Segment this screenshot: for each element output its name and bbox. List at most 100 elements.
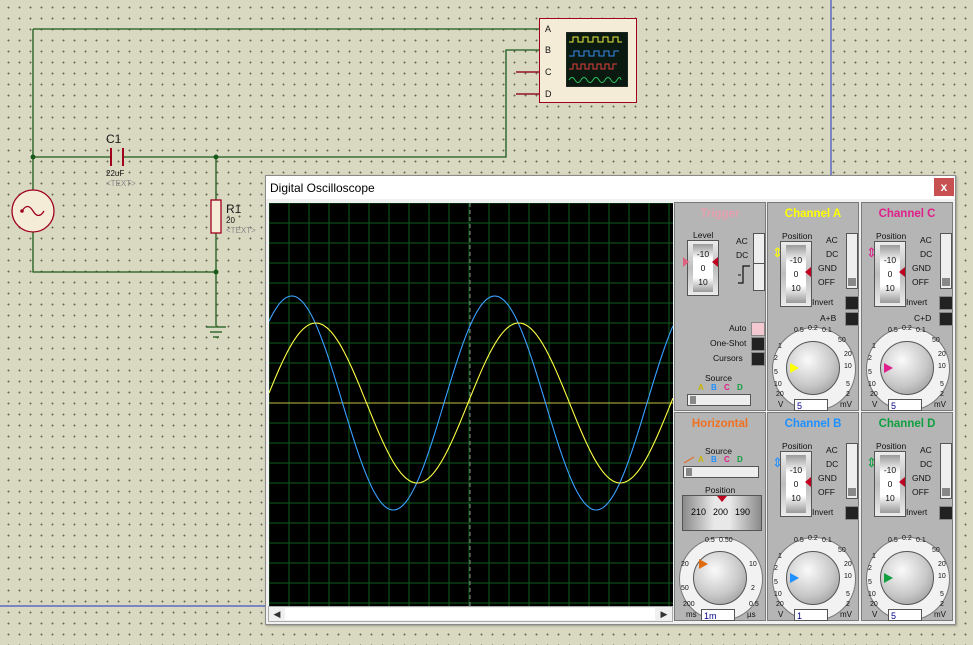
channel-a-dial-label: 20 (776, 391, 784, 398)
trigger-auto-button[interactable] (751, 322, 765, 336)
channel-d-dial-label: 20 (870, 601, 878, 608)
channel-a-coupling-off: OFF (818, 277, 835, 287)
trigger-source-label: Source (705, 373, 732, 383)
trigger-source-slider[interactable] (687, 394, 751, 406)
scope-display[interactable] (269, 203, 673, 606)
channel-c-dial-label: 5 (940, 381, 944, 388)
channel-a-unit-mv: mV (840, 400, 852, 409)
window-titlebar[interactable]: Digital Oscilloscope x (266, 176, 955, 199)
ramp-icon (683, 456, 695, 464)
channel-b-invert-button[interactable] (845, 506, 859, 520)
resistor-text: <TEXT> (226, 226, 256, 235)
trigger-auto-label: Auto (729, 323, 747, 333)
horizontal-unit-us: µs (747, 610, 756, 619)
channel-b-coupling-gnd: GND (818, 473, 837, 483)
channel-d-coupling-slider[interactable] (940, 443, 952, 499)
channel-b-position-label: Position (782, 441, 813, 451)
pin-label-c: C (545, 67, 552, 77)
trigger-level-control[interactable]: -10 0 10 (687, 240, 719, 296)
channel-d-scale-1: 0 (887, 479, 893, 489)
timebase-value[interactable]: 1m (701, 609, 735, 621)
channel-d-dial-label: 0.2 (902, 535, 912, 542)
scroll-right-arrow-icon[interactable]: ▶ (657, 608, 671, 620)
trigger-level-label: Level (693, 230, 714, 240)
channel-c-coupling-slider[interactable] (940, 233, 952, 289)
channel-a-coupling-slider[interactable] (846, 233, 858, 289)
channel-a-invert-label: Invert (812, 297, 834, 307)
channel-c-position-arrows-icon: ⇕ (866, 245, 877, 260)
scroll-thumb[interactable] (285, 608, 655, 620)
channel-a-volts-value[interactable]: 5 (794, 399, 828, 411)
channel-d-invert-button[interactable] (939, 506, 953, 520)
channel-a-sum-button[interactable] (845, 312, 859, 326)
channel-d-volts-value[interactable]: 5 (888, 609, 922, 621)
close-button[interactable]: x (934, 178, 954, 196)
channel-a-invert-button[interactable] (845, 296, 859, 310)
channel-d-dial-label: 50 (932, 547, 940, 554)
trigger-dc-label: DC (736, 250, 749, 260)
channel-c-sum-button[interactable] (939, 312, 953, 326)
horizontal-src-c: C (724, 455, 730, 464)
channel-c-scale-2: 10 (885, 283, 895, 293)
channel-d-coupling-ac: AC (920, 445, 932, 455)
oscilloscope-window[interactable]: Digital Oscilloscope x ◀ ▶ Trigger Level… (265, 175, 956, 625)
channel-c-dial-label: 50 (932, 337, 940, 344)
pin-label-a: A (545, 24, 552, 34)
wire-to-pin-b (123, 49, 539, 158)
trigger-oneshot-button[interactable] (751, 337, 765, 351)
channel-a-dial-label: 5 (774, 369, 778, 376)
channel-c-invert-button[interactable] (939, 296, 953, 310)
channel-c-dial-label: 1 (872, 343, 876, 350)
trigger-edge-slider[interactable] (753, 263, 765, 291)
horizontal-position-control[interactable]: 210 200 190 (682, 495, 762, 531)
channel-c-dial-label: 5 (868, 369, 872, 376)
resistor-value: 20 (226, 216, 235, 225)
horizontal-scrollbar[interactable]: ◀ ▶ (268, 606, 673, 622)
timebase-pointer-icon (699, 559, 708, 569)
channel-b-coupling-slider[interactable] (846, 443, 858, 499)
channel-d-dial-label: 20 (938, 561, 946, 568)
channel-d-pointer-icon (884, 573, 893, 583)
trigger-cursors-label: Cursors (713, 353, 743, 363)
channel-d-dial-label: 1 (872, 553, 876, 560)
channel-a-dial-label: 1 (778, 343, 782, 350)
channel-d-dial-label: 5 (940, 591, 944, 598)
channel-d-coupling-off: OFF (912, 487, 929, 497)
capacitor-symbol[interactable] (110, 148, 124, 166)
channel-a-coupling-ac: AC (826, 235, 838, 245)
channel-b-dial-label: 10 (774, 591, 782, 598)
channel-a-scale-2: 10 (791, 283, 801, 293)
channel-d-panel: Channel D Position -10 0 10 ⇕ AC DC GND … (861, 412, 953, 621)
channel-d-dial-label: 2 (868, 565, 872, 572)
channel-c-panel: Channel C Position -10 0 10 ⇕ AC DC GND … (861, 202, 953, 411)
channel-c-sum-label: C+D (914, 313, 932, 323)
channel-c-scale-0: -10 (883, 255, 897, 265)
resistor-ref: R1 (226, 202, 242, 216)
channel-b-title: Channel B (784, 418, 842, 430)
channel-a-dial-label: 2 (846, 391, 850, 398)
channel-b-volts-value[interactable]: 1 (794, 609, 828, 621)
channel-a-sum-label: A+B (820, 313, 837, 323)
channel-d-dial-label: 0.5 (888, 537, 898, 544)
channel-b-dial-label: 0.5 (794, 537, 804, 544)
channel-b-pointer-icon (790, 573, 799, 583)
scroll-left-arrow-icon[interactable]: ◀ (270, 608, 284, 620)
trigger-oneshot-label: One-Shot (710, 338, 747, 348)
resistor-symbol[interactable] (210, 199, 222, 234)
channel-d-unit-mv: mV (934, 610, 946, 619)
pin-stubs (516, 71, 539, 95)
channel-c-coupling-gnd: GND (912, 263, 931, 273)
channel-a-panel: Channel A Position -10 0 10 ⇕ AC DC GND … (767, 202, 859, 411)
trigger-src-d: D (737, 383, 743, 392)
trigger-coupling-slider[interactable] (753, 233, 765, 265)
channel-a-scale-1: 0 (793, 269, 799, 279)
horizontal-position-label: Position (705, 485, 736, 495)
channel-d-invert-label: Invert (906, 507, 928, 517)
horizontal-src-b: B (711, 455, 717, 464)
capacitor-ref: C1 (106, 132, 122, 146)
trigger-cursors-button[interactable] (751, 352, 765, 366)
channel-a-position-label: Position (782, 231, 813, 241)
channel-c-volts-value[interactable]: 5 (888, 399, 922, 411)
horizontal-source-slider[interactable] (683, 466, 759, 478)
ac-source-symbol[interactable] (11, 189, 55, 233)
